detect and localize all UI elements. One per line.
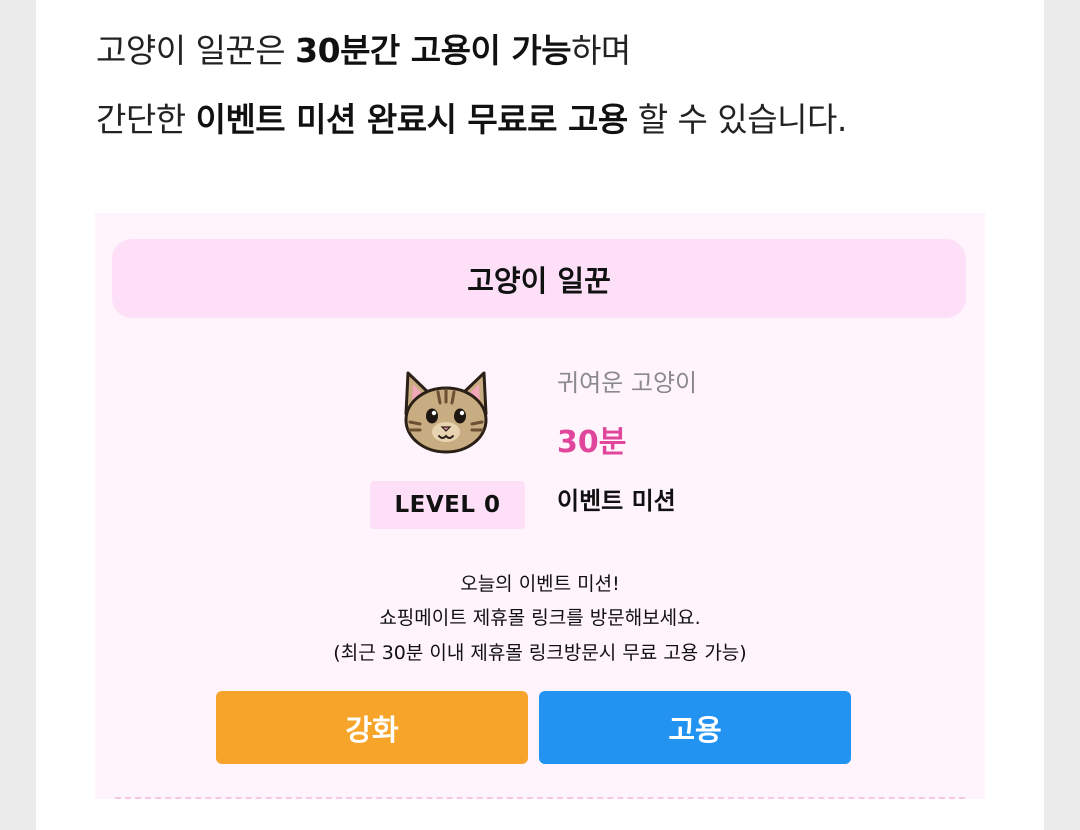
intro-text: 고양이 일꾼은 — [96, 31, 296, 70]
intro-highlight: 이벤트 미션 완료시 무료로 고용 — [195, 100, 629, 139]
hire-duration: 30분 — [557, 425, 627, 460]
cat-name: 귀여운 고양이 — [557, 369, 698, 397]
hire-button[interactable]: 고용 — [539, 691, 851, 764]
intro-text: 할 수 있습니다. — [627, 100, 848, 139]
level-badge: LEVEL 0 — [370, 481, 525, 529]
intro-text: 하며 — [571, 31, 631, 70]
enhance-button[interactable]: 강화 — [216, 691, 528, 764]
page-container: 고양이 일꾼은 30분간 고용이 가능하며 간단한 이벤트 미션 완료시 무료로… — [36, 0, 1044, 830]
card-title: 고양이 일꾼 — [112, 239, 966, 318]
intro-text: 간단한 — [96, 100, 196, 139]
mission-description-line: 오늘의 이벤트 미션! — [460, 573, 620, 595]
intro-highlight: 30분간 고용이 가능 — [295, 31, 572, 70]
cat-worker-card: 고양이 일꾼 LEVEL 0 귀여운 고양이 30분 이벤트 미션 오늘의 이벤… — [95, 213, 985, 799]
mission-label: 이벤트 미션 — [557, 487, 676, 515]
cat-face-icon — [404, 371, 488, 454]
intro-line-2: 간단한 이벤트 미션 완료시 무료로 고용 할 수 있습니다. — [96, 93, 847, 141]
mission-description-line: 쇼핑메이트 제휴몰 링크를 방문해보세요. — [379, 607, 701, 629]
divider — [115, 797, 965, 799]
intro-line-1: 고양이 일꾼은 30분간 고용이 가능하며 — [96, 24, 631, 72]
mission-description-line: (최근 30분 이내 제휴몰 링크방문시 무료 고용 가능) — [333, 642, 747, 664]
